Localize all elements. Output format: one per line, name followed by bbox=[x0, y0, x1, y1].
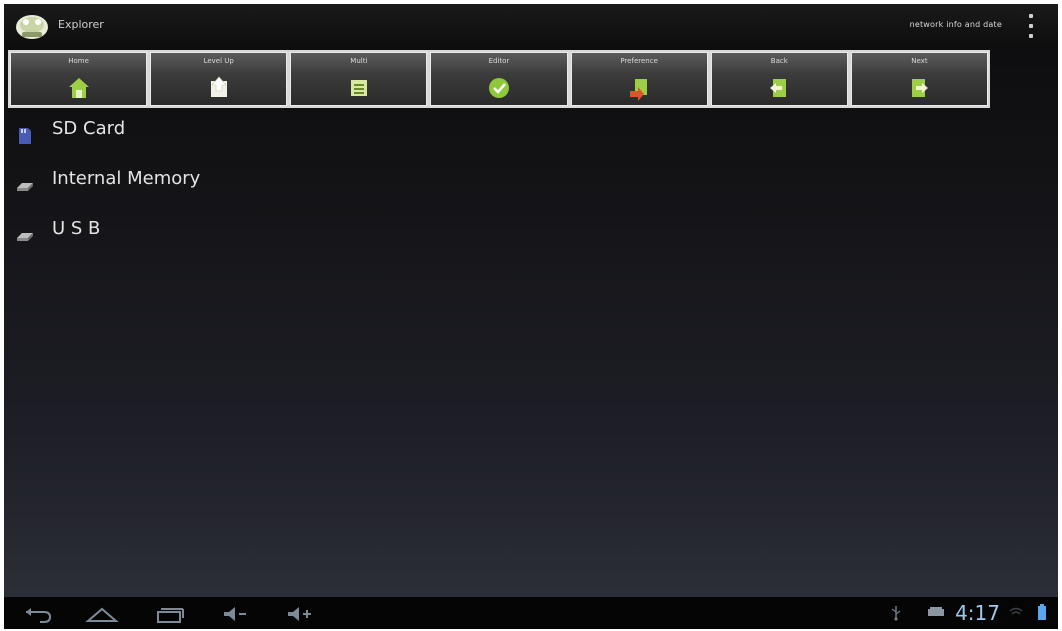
app-logo-icon[interactable] bbox=[12, 10, 52, 42]
volume-up-icon[interactable] bbox=[284, 603, 320, 625]
battery-icon bbox=[1038, 604, 1046, 620]
app-title: Explorer bbox=[58, 18, 104, 31]
home-nav-icon[interactable] bbox=[84, 603, 120, 625]
status-text: network info and date bbox=[909, 20, 1002, 29]
editor-label: Editor bbox=[488, 57, 510, 65]
multi-button[interactable]: Multi bbox=[290, 52, 428, 106]
preference-label: Preference bbox=[620, 57, 658, 65]
overflow-menu-icon[interactable] bbox=[1026, 14, 1036, 38]
multi-select-icon bbox=[350, 80, 367, 96]
sd-card-icon bbox=[19, 128, 31, 144]
level-up-label: Level Up bbox=[203, 57, 234, 65]
action-bar: Explorer network info and date bbox=[4, 4, 1058, 48]
android-screen: Explorer network info and date Home Leve… bbox=[4, 4, 1058, 629]
multi-label: Multi bbox=[350, 57, 368, 65]
volume-down-icon[interactable] bbox=[218, 603, 254, 625]
back-icon bbox=[770, 79, 787, 97]
recent-apps-icon[interactable] bbox=[152, 603, 188, 625]
storage-list: SD Card Internal Memory U S B bbox=[4, 112, 604, 262]
storage-status-icon bbox=[928, 607, 944, 616]
list-item-usb[interactable]: U S B bbox=[4, 212, 604, 262]
level-up-button[interactable]: Level Up bbox=[150, 52, 288, 106]
home-label: Home bbox=[68, 57, 89, 65]
back-label: Back bbox=[770, 57, 788, 65]
list-item-label: U S B bbox=[52, 218, 101, 239]
usb-status-icon bbox=[891, 606, 901, 621]
editor-icon bbox=[488, 78, 509, 98]
drive-icon bbox=[17, 233, 33, 241]
list-item-internal-memory[interactable]: Internal Memory bbox=[4, 162, 604, 212]
next-button[interactable]: Next bbox=[850, 52, 988, 106]
list-item-label: SD Card bbox=[52, 118, 126, 139]
next-label: Next bbox=[911, 57, 928, 65]
system-nav-bar: 4:17 bbox=[4, 597, 1058, 629]
back-nav-icon[interactable] bbox=[20, 603, 56, 625]
next-icon bbox=[912, 79, 929, 97]
toolbar: Home Level Up Multi Editor Preference Ba… bbox=[8, 50, 990, 108]
editor-button[interactable]: Editor bbox=[430, 52, 568, 106]
back-button[interactable]: Back bbox=[710, 52, 848, 106]
list-item-sd-card[interactable]: SD Card bbox=[4, 112, 604, 162]
list-item-label: Internal Memory bbox=[52, 168, 201, 189]
wifi-off-icon bbox=[1009, 607, 1023, 615]
drive-icon bbox=[17, 183, 33, 191]
home-button[interactable]: Home bbox=[10, 52, 148, 106]
status-clock: 4:17 bbox=[955, 601, 1000, 625]
preference-button[interactable]: Preference bbox=[570, 52, 708, 106]
preference-icon bbox=[630, 79, 648, 101]
level-up-icon bbox=[210, 76, 227, 97]
home-icon bbox=[68, 78, 89, 98]
